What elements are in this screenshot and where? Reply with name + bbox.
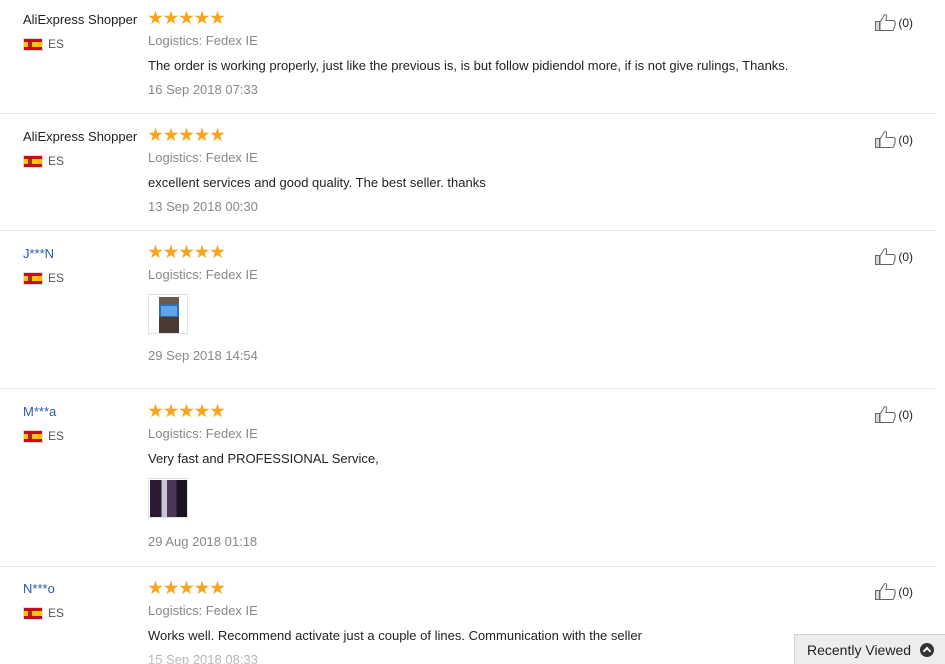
star-rating [148, 403, 848, 419]
review-text: excellent services and good quality. The… [148, 175, 486, 190]
star-icon [163, 580, 179, 595]
review-item: J***N ES Logistics: Fedex IE 29 Sep 2018… [0, 233, 935, 389]
reviewer-name: AliExpress Shopper [23, 129, 138, 144]
review-content: Logistics: Fedex IE Very fast and PROFES… [148, 403, 848, 549]
star-icon [179, 403, 194, 418]
helpful-count: (0) [898, 249, 913, 264]
star-icon [179, 580, 194, 595]
star-icon [210, 127, 225, 142]
helpful-count: (0) [898, 584, 913, 599]
helpful-button[interactable]: (0) [874, 582, 913, 601]
review-content: Logistics: Fedex IE The order is working… [148, 10, 848, 97]
helpful-button[interactable]: (0) [874, 405, 913, 424]
star-icon [163, 403, 179, 418]
star-icon [179, 244, 194, 259]
review-date: 16 Sep 2018 07:33 [148, 82, 258, 97]
star-icon [194, 127, 210, 142]
country-code: ES [48, 271, 65, 285]
star-icon [148, 244, 163, 259]
star-icon [194, 244, 210, 259]
reviewer-info: AliExpress Shopper ES [23, 12, 143, 51]
star-icon [179, 10, 194, 25]
thumbs-up-icon [875, 131, 897, 148]
reviewer-name-link[interactable]: M***a [23, 404, 143, 419]
review-content: Logistics: Fedex IE 29 Sep 2018 14:54 [148, 244, 848, 363]
review-item: AliExpress Shopper ES Logistics: Fedex I… [0, 0, 935, 114]
logistics-info: Logistics: Fedex IE [148, 603, 258, 618]
review-content: Logistics: Fedex IE Works well. Recommen… [148, 580, 848, 664]
star-icon [210, 403, 225, 418]
reviewer-info: J***N ES [23, 246, 143, 285]
reviewer-name-link[interactable]: J***N [23, 246, 143, 261]
reviewer-name-link[interactable]: N***o [23, 581, 143, 596]
star-icon [148, 127, 163, 142]
logistics-info: Logistics: Fedex IE [148, 33, 258, 48]
helpful-button[interactable]: (0) [874, 13, 913, 32]
reviewer-country: ES [23, 271, 143, 285]
helpful-count: (0) [898, 407, 913, 422]
review-content: Logistics: Fedex IE excellent services a… [148, 127, 848, 214]
thumbs-up-icon [875, 583, 897, 600]
star-icon [163, 10, 179, 25]
review-item: AliExpress Shopper ES Logistics: Fedex I… [0, 116, 935, 231]
review-photo-thumbnail[interactable] [148, 294, 188, 334]
star-rating [148, 127, 848, 143]
reviewer-info: AliExpress Shopper ES [23, 129, 143, 168]
star-icon [194, 10, 210, 25]
star-rating [148, 580, 848, 596]
thumbs-up-icon [875, 248, 897, 265]
star-icon [194, 403, 210, 418]
review-date: 29 Aug 2018 01:18 [148, 534, 258, 549]
helpful-count: (0) [898, 132, 913, 147]
star-icon [163, 244, 179, 259]
star-icon [148, 10, 163, 25]
logistics-info: Logistics: Fedex IE [148, 150, 258, 165]
logistics-info: Logistics: Fedex IE [148, 426, 258, 441]
reviewer-country: ES [23, 154, 143, 168]
recently-viewed-button[interactable]: Recently Viewed [794, 634, 945, 664]
star-icon [210, 244, 225, 259]
star-icon [210, 580, 225, 595]
star-rating [148, 244, 848, 260]
helpful-count: (0) [898, 15, 913, 30]
star-icon [179, 127, 194, 142]
star-icon [148, 580, 163, 595]
helpful-button[interactable]: (0) [874, 130, 913, 149]
reviewer-info: M***a ES [23, 404, 143, 443]
reviewer-country: ES [23, 606, 143, 620]
review-date: 29 Sep 2018 14:54 [148, 348, 258, 363]
reviewer-info: N***o ES [23, 581, 143, 620]
helpful-button[interactable]: (0) [874, 247, 913, 266]
spain-flag-icon [23, 37, 43, 51]
review-text: Very fast and PROFESSIONAL Service, [148, 451, 379, 466]
star-icon [163, 127, 179, 142]
reviewer-name: AliExpress Shopper [23, 12, 138, 27]
recently-viewed-label: Recently Viewed [807, 641, 912, 658]
thumbs-up-icon [875, 14, 897, 31]
review-text: Works well. Recommend activate just a co… [148, 628, 642, 643]
reviewer-country: ES [23, 37, 143, 51]
review-date: 15 Sep 2018 08:33 [148, 652, 258, 664]
spain-flag-icon [23, 271, 43, 285]
review-text: The order is working properly, just like… [148, 58, 789, 73]
thumbs-up-icon [875, 406, 897, 423]
country-code: ES [48, 37, 65, 51]
spain-flag-icon [23, 606, 43, 620]
reviewer-country: ES [23, 429, 143, 443]
spain-flag-icon [23, 429, 43, 443]
review-item: M***a ES Logistics: Fedex IE Very fast a… [0, 391, 935, 567]
chevron-up-circle-icon [920, 642, 935, 657]
spain-flag-icon [23, 154, 43, 168]
country-code: ES [48, 154, 65, 168]
review-date: 13 Sep 2018 00:30 [148, 199, 258, 214]
feedback-list: AliExpress Shopper ES Logistics: Fedex I… [0, 0, 945, 664]
country-code: ES [48, 606, 65, 620]
logistics-info: Logistics: Fedex IE [148, 267, 258, 282]
star-rating [148, 10, 848, 26]
country-code: ES [48, 429, 65, 443]
star-icon [148, 403, 163, 418]
star-icon [194, 580, 210, 595]
review-photo-thumbnail[interactable] [148, 478, 188, 518]
star-icon [210, 10, 225, 25]
